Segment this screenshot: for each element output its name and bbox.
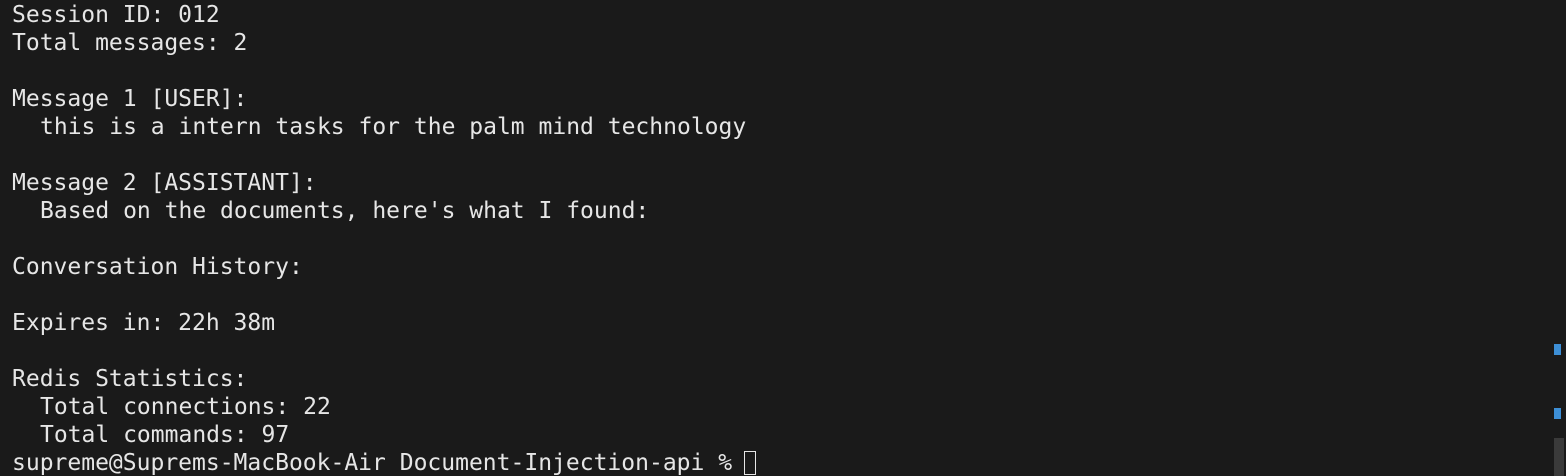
message-2-header: Message 2 [ASSISTANT]: xyxy=(12,170,317,196)
scroll-marker-icon xyxy=(1554,408,1561,419)
message-1-header: Message 1 [USER]: xyxy=(12,86,248,112)
shell-prompt: supreme@Suprems-MacBook-Air Document-Inj… xyxy=(12,450,733,476)
scroll-marker-icon xyxy=(1554,344,1561,355)
prompt-line[interactable]: supreme@Suprems-MacBook-Air Document-Inj… xyxy=(12,449,1566,476)
redis-statistics-header: Redis Statistics: xyxy=(12,366,248,392)
scrollbar-thumb[interactable] xyxy=(1554,438,1564,476)
terminal-window[interactable]: Session ID: 012 Total messages: 2 Messag… xyxy=(0,0,1566,476)
total-connections-line: Total connections: 22 xyxy=(40,394,331,420)
session-id-line: Session ID: 012 xyxy=(12,2,220,28)
vertical-scrollbar[interactable] xyxy=(1552,0,1566,476)
message-2-body: Based on the documents, here's what I fo… xyxy=(40,198,650,224)
expires-line: Expires in: 22h 38m xyxy=(12,310,276,336)
total-messages-line: Total messages: 2 xyxy=(12,30,248,56)
text-cursor[interactable] xyxy=(744,451,757,475)
total-commands-line: Total commands: 97 xyxy=(40,422,290,448)
conversation-history-line: Conversation History: xyxy=(12,254,303,280)
message-1-body: this is a intern tasks for the palm mind… xyxy=(40,114,747,140)
